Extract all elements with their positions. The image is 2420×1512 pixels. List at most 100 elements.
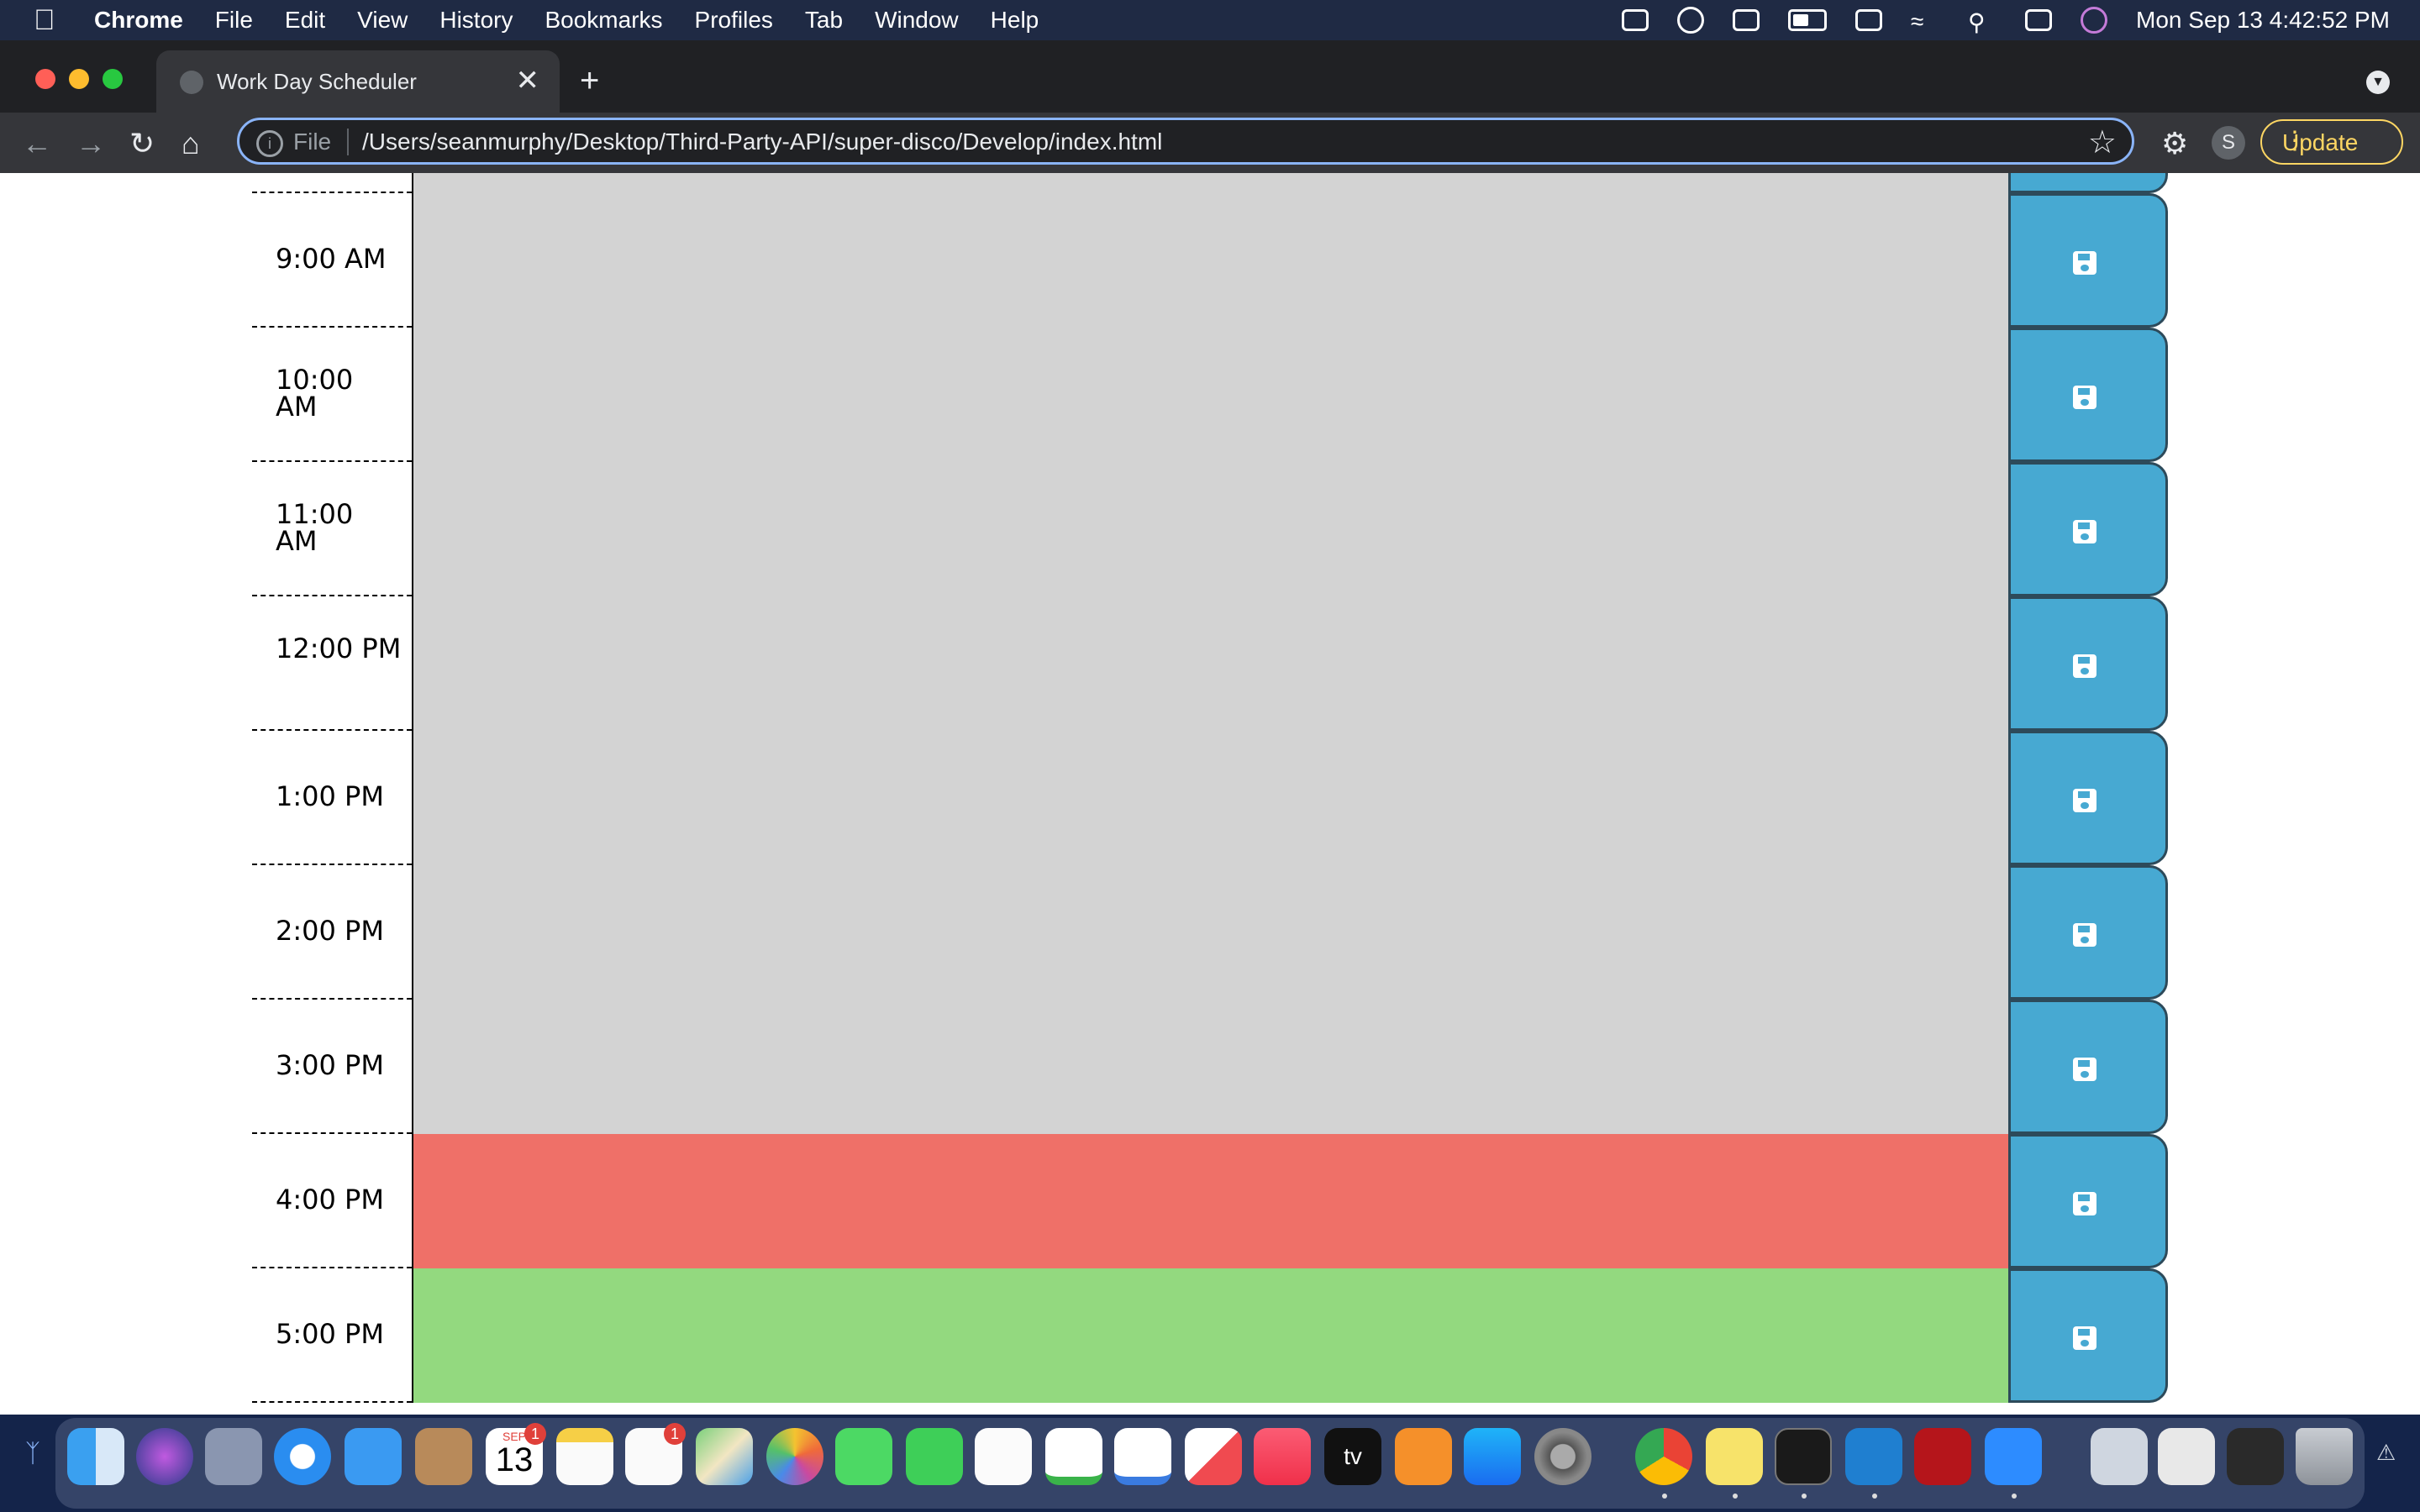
facetime-icon[interactable] <box>906 1428 963 1485</box>
new-tab-button[interactable]: + <box>580 62 599 100</box>
site-info-icon[interactable]: i <box>256 130 283 157</box>
terminal-running-dot <box>1802 1494 1807 1499</box>
recent-window-thumbnail-2[interactable] <box>2227 1428 2284 1485</box>
window-zoom-button[interactable] <box>103 69 123 89</box>
tab-close-icon[interactable]: ✕ <box>516 64 540 97</box>
menu-help[interactable]: Help <box>991 7 1039 34</box>
battery-icon[interactable] <box>1788 9 1828 31</box>
menu-clock[interactable]: Mon Sep 13 4:42:52 PM <box>2136 7 2390 34</box>
notes-icon[interactable] <box>556 1428 613 1485</box>
books-icon[interactable] <box>1395 1428 1452 1485</box>
vscode-icon[interactable] <box>1845 1428 1902 1485</box>
reload-icon[interactable]: ↻ <box>129 126 155 161</box>
description-textarea[interactable] <box>412 193 2008 328</box>
page-viewport: 9:00 AM 10:00 AM 11:00 AM 12:00 PM 1:00 … <box>0 173 2420 1415</box>
time-block-1pm: 1:00 PM <box>252 731 2168 865</box>
chrome-menu-icon[interactable]: ⋮ <box>2282 126 2390 155</box>
finder-icon[interactable] <box>67 1428 124 1485</box>
menu-window[interactable]: Window <box>875 7 959 34</box>
trash-icon[interactable] <box>2296 1428 2353 1485</box>
keyboard-icon[interactable] <box>1855 9 1883 31</box>
clipboard-icon[interactable] <box>1733 9 1760 31</box>
keynote-icon[interactable] <box>1114 1428 1171 1485</box>
forward-arrow-icon[interactable]: → <box>76 126 106 161</box>
home-icon[interactable]: ⌂ <box>182 126 200 161</box>
save-button[interactable] <box>2008 1000 2168 1134</box>
messages-icon[interactable] <box>835 1428 892 1485</box>
sourcetree-icon[interactable]: ᛉ <box>25 1440 40 1468</box>
description-textarea[interactable] <box>412 1134 2008 1268</box>
profile-avatar[interactable]: S <box>2212 126 2245 160</box>
music-icon[interactable] <box>1254 1428 1311 1485</box>
description-textarea[interactable] <box>412 865 2008 1000</box>
acrobat-icon[interactable] <box>1914 1428 1971 1485</box>
tab-search-icon[interactable]: ▼ <box>2366 71 2390 94</box>
description-textarea[interactable] <box>412 596 2008 731</box>
hour-label: 10:00 AM <box>252 328 412 462</box>
menu-profiles[interactable]: Profiles <box>695 7 773 34</box>
url-text[interactable]: /Users/seanmurphy/Desktop/Third-Party-AP… <box>362 129 1162 155</box>
description-textarea[interactable] <box>412 462 2008 596</box>
recent-window-thumbnail[interactable] <box>2158 1428 2215 1485</box>
extensions-puzzle-icon[interactable]: ⚙ <box>2161 126 2188 161</box>
terminal-icon[interactable] <box>1775 1428 1832 1485</box>
time-block-previous <box>252 173 2168 193</box>
menu-view[interactable]: View <box>357 7 408 34</box>
menu-bookmarks[interactable]: Bookmarks <box>544 7 662 34</box>
control-center-icon[interactable] <box>2025 9 2053 31</box>
wifi-icon[interactable]: ≈ <box>1911 8 1939 34</box>
description-textarea[interactable] <box>412 731 2008 865</box>
save-button[interactable] <box>2008 596 2168 731</box>
mail-icon[interactable] <box>345 1428 402 1485</box>
menu-tab[interactable]: Tab <box>805 7 843 34</box>
menu-app-chrome[interactable]: Chrome <box>94 7 183 34</box>
time-block-11am: 11:00 AM <box>252 462 2168 596</box>
notification-bell-icon[interactable]: ⚠ <box>2376 1440 2396 1466</box>
floppy-disk-icon <box>2073 1058 2096 1081</box>
hour-label: 1:00 PM <box>252 731 412 865</box>
numbers-icon[interactable] <box>1045 1428 1102 1485</box>
menu-history[interactable]: History <box>439 7 513 34</box>
save-button[interactable] <box>2008 328 2168 462</box>
zoom-icon[interactable] <box>1985 1428 2042 1485</box>
stickies-icon[interactable] <box>1706 1428 1763 1485</box>
app-store-icon[interactable] <box>1464 1428 1521 1485</box>
description-textarea[interactable] <box>412 1268 2008 1403</box>
address-bar[interactable]: i File /Users/seanmurphy/Desktop/Third-P… <box>237 118 2134 165</box>
script-editor-icon[interactable] <box>975 1428 1032 1485</box>
description-textarea[interactable] <box>412 328 2008 462</box>
apple-tv-icon[interactable]: tv <box>1324 1428 1381 1485</box>
zoom-status-icon[interactable] <box>1622 9 1649 31</box>
description-textarea[interactable] <box>412 1000 2008 1134</box>
launchpad-icon[interactable] <box>205 1428 262 1485</box>
siri-app-icon[interactable] <box>136 1428 193 1485</box>
chrome-icon[interactable] <box>1635 1428 1692 1485</box>
save-button[interactable] <box>2008 193 2168 328</box>
siri-icon[interactable] <box>2081 7 2108 34</box>
save-button[interactable] <box>2008 865 2168 1000</box>
news-icon[interactable] <box>1185 1428 1242 1485</box>
save-button[interactable] <box>2008 173 2168 193</box>
safari-icon[interactable] <box>274 1428 331 1485</box>
downloads-stack-icon[interactable] <box>2091 1428 2148 1485</box>
save-button[interactable] <box>2008 1134 2168 1268</box>
spotlight-search-icon[interactable]: ⚲ <box>1968 8 1996 35</box>
window-close-button[interactable] <box>35 69 55 89</box>
back-arrow-icon[interactable]: ← <box>22 126 52 161</box>
system-preferences-icon[interactable] <box>1534 1428 1591 1485</box>
menu-edit[interactable]: Edit <box>285 7 325 34</box>
description-textarea[interactable] <box>412 173 2008 193</box>
tab-work-day-scheduler[interactable]: Work Day Scheduler ✕ <box>156 50 560 113</box>
window-minimize-button[interactable] <box>69 69 89 89</box>
save-button[interactable] <box>2008 731 2168 865</box>
maps-icon[interactable] <box>696 1428 753 1485</box>
save-button[interactable] <box>2008 462 2168 596</box>
bookmark-star-icon[interactable]: ☆ <box>2088 123 2117 161</box>
update-button[interactable]: Update ⋮ <box>2260 119 2403 165</box>
photos-icon[interactable] <box>766 1428 823 1485</box>
contacts-icon[interactable] <box>415 1428 472 1485</box>
headphones-icon[interactable] <box>1677 7 1705 34</box>
menu-file[interactable]: File <box>215 7 253 34</box>
save-button[interactable] <box>2008 1268 2168 1403</box>
apple-menu-icon[interactable]:  <box>34 4 67 37</box>
